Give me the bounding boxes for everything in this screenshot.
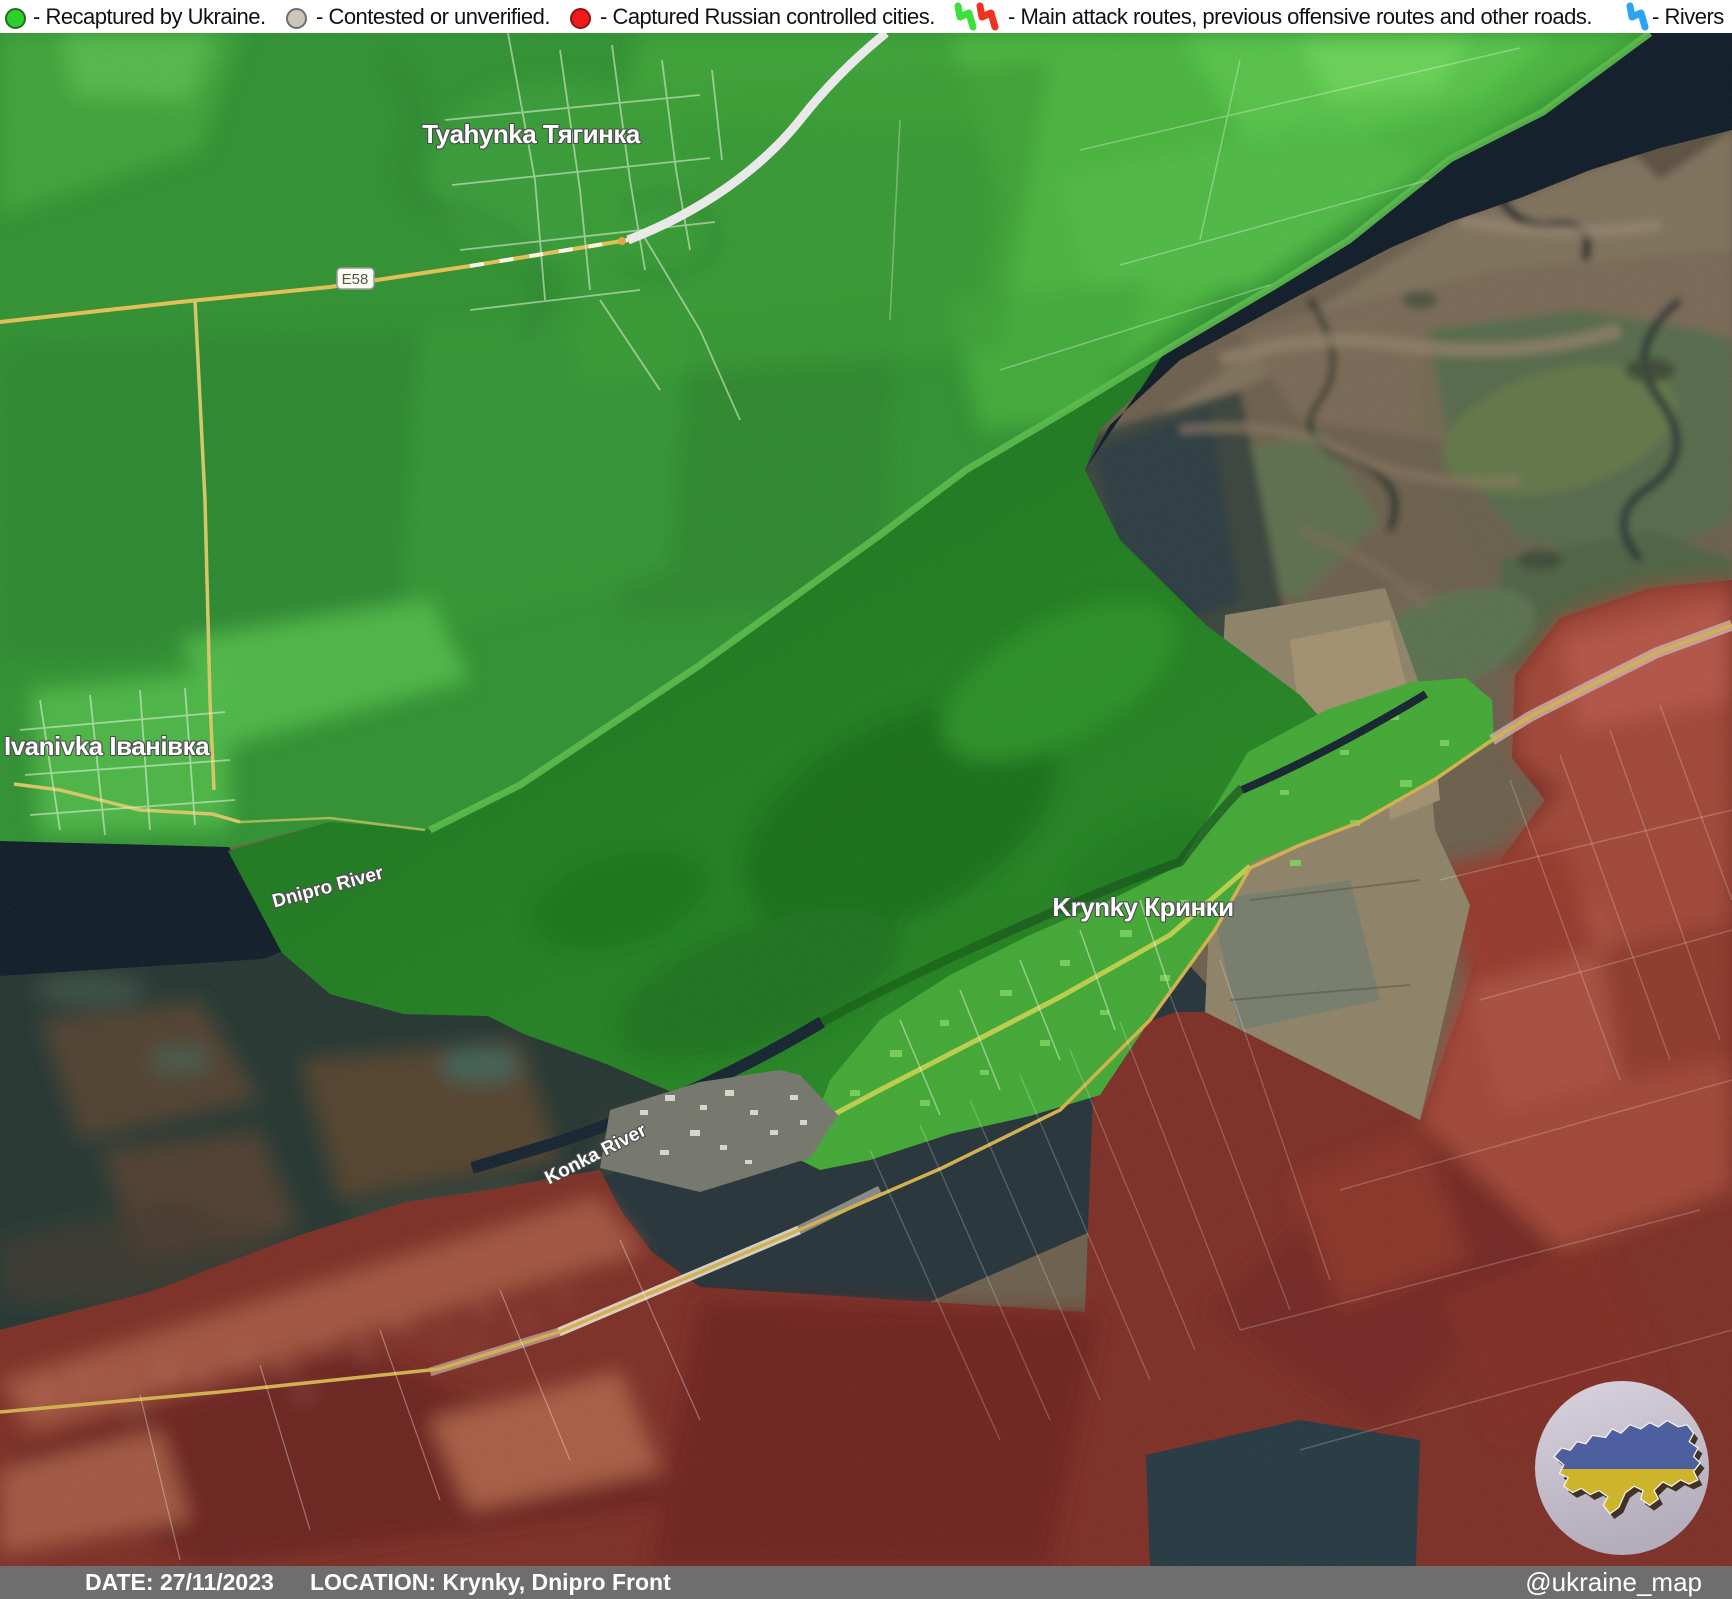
svg-text:Tyahynka Тягинка: Tyahynka Тягинка: [422, 119, 641, 149]
svg-text:Ivanivka Іванівка: Ivanivka Іванівка: [4, 731, 210, 761]
svg-text:E58: E58: [342, 271, 369, 288]
svg-text:Krynky Кринки: Krynky Кринки: [1052, 892, 1233, 922]
